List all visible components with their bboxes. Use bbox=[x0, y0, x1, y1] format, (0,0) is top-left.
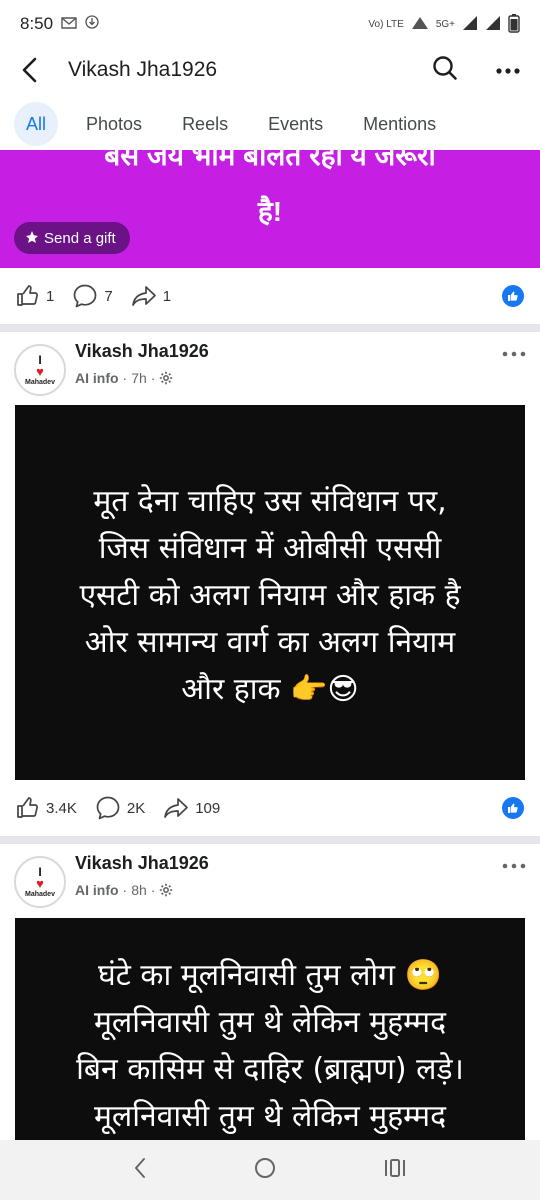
search-button[interactable] bbox=[432, 55, 458, 86]
post-text-line: और हाक 👉😎 bbox=[181, 672, 359, 707]
send-gift-label: Send a gift bbox=[44, 229, 116, 247]
meta-separator: · bbox=[122, 882, 128, 898]
post-text-line: घंटे का मूलनिवासी तुम लोग 🙄 bbox=[98, 958, 442, 993]
battery-icon bbox=[508, 13, 520, 36]
thumbs-up-icon bbox=[17, 797, 38, 818]
share-icon bbox=[131, 286, 156, 306]
post-time: 7h bbox=[131, 370, 147, 386]
thumbs-up-icon bbox=[17, 285, 38, 306]
post-options-button[interactable] bbox=[502, 856, 526, 874]
avatar[interactable]: I ♥ Mahadev bbox=[14, 856, 66, 908]
more-options-button[interactable] bbox=[496, 61, 520, 79]
status-time: 8:50 bbox=[20, 14, 54, 33]
feed-divider bbox=[0, 836, 540, 844]
nav-home-button[interactable] bbox=[253, 1156, 277, 1185]
post-text-image[interactable]: मूत देना चाहिए उस संविधान पर, जिस संविधा… bbox=[15, 405, 525, 780]
lte-label: Vo) LTE bbox=[368, 18, 404, 30]
share-button[interactable]: 1 bbox=[131, 284, 171, 308]
like-badge-icon bbox=[508, 291, 518, 301]
tab-photos[interactable]: Photos bbox=[74, 102, 154, 146]
nav-back-button[interactable] bbox=[133, 1157, 147, 1184]
comment-icon bbox=[73, 284, 97, 308]
text-post-banner[interactable]: बस जय भीम बोलते रहो ये जरूरी है! Send a … bbox=[0, 150, 540, 268]
filter-tabs: All Photos Reels Events Mentions bbox=[0, 98, 540, 150]
like-badge-icon bbox=[508, 803, 518, 813]
post-time: 8h bbox=[131, 882, 147, 898]
post-author-name[interactable]: Vikash Jha1926 bbox=[75, 341, 209, 362]
share-count: 1 bbox=[162, 287, 172, 305]
like-button[interactable]: 3.4K bbox=[16, 796, 77, 820]
avatar-text: Mahadev bbox=[25, 378, 55, 386]
signal-icon-2 bbox=[485, 15, 501, 34]
privacy-settings-icon bbox=[160, 371, 173, 385]
heart-icon: ♥ bbox=[36, 875, 44, 891]
share-button[interactable]: 109 bbox=[163, 796, 220, 820]
more-dots-icon bbox=[502, 863, 526, 869]
post-meta: AI info · 7h · bbox=[75, 370, 173, 386]
more-dots-icon bbox=[496, 68, 520, 74]
heart-icon: ♥ bbox=[36, 363, 44, 379]
privacy-settings-icon bbox=[160, 883, 173, 897]
nav-back-icon bbox=[135, 1157, 145, 1178]
page-title: Vikash Jha1926 bbox=[68, 58, 218, 81]
post-header: I ♥ Mahadev Vikash Jha1926 AI info · 7h … bbox=[0, 340, 540, 410]
meta-separator: · bbox=[150, 370, 156, 386]
post-options-button[interactable] bbox=[502, 344, 526, 362]
avatar[interactable]: I ♥ Mahadev bbox=[14, 344, 66, 396]
post-text-line: जिस संविधान में ओबीसी एससी bbox=[98, 531, 442, 566]
data-saver-icon bbox=[411, 16, 429, 33]
feed-divider bbox=[0, 324, 540, 332]
comment-button[interactable]: 7 bbox=[72, 283, 113, 309]
tab-mentions[interactable]: Mentions bbox=[351, 102, 448, 146]
signal-icon bbox=[462, 15, 478, 34]
post-meta: AI info · 8h · bbox=[75, 882, 173, 898]
meta-separator: · bbox=[150, 882, 156, 898]
share-count: 109 bbox=[195, 799, 221, 817]
post-actions-bar: 1 7 1 bbox=[0, 268, 540, 324]
more-dots-icon bbox=[502, 351, 526, 357]
ai-info-link[interactable]: AI info bbox=[75, 882, 119, 898]
banner-text-line-1: बस जय भीम बोलते रहो ये जरूरी bbox=[104, 150, 436, 171]
ai-info-link[interactable]: AI info bbox=[75, 370, 119, 386]
like-count: 3.4K bbox=[46, 799, 77, 817]
nav-home-icon bbox=[255, 1157, 275, 1178]
comment-count: 7 bbox=[104, 287, 113, 305]
post-text-line: बिन कासिम से दाहिर (ब्राह्मण) लड़े। bbox=[76, 1052, 464, 1087]
post-text-line: एसटी को अलग नियाम और हाक है bbox=[79, 578, 461, 613]
tab-events[interactable]: Events bbox=[256, 102, 335, 146]
system-navigation-bar bbox=[0, 1140, 540, 1200]
comment-button[interactable]: 2K bbox=[95, 795, 145, 821]
post-header: I ♥ Mahadev Vikash Jha1926 AI info · 8h … bbox=[0, 852, 540, 922]
meta-separator: · bbox=[122, 370, 128, 386]
post-text-line: मूत देना चाहिए उस संविधान पर, bbox=[93, 484, 447, 519]
like-reaction-badge bbox=[502, 797, 524, 819]
comment-icon bbox=[96, 796, 120, 820]
comment-count: 2K bbox=[126, 799, 146, 817]
profile-header: Vikash Jha1926 bbox=[0, 48, 540, 92]
gift-icon bbox=[26, 231, 38, 243]
back-arrow-icon bbox=[22, 57, 37, 83]
share-icon bbox=[164, 798, 189, 818]
post-author-name[interactable]: Vikash Jha1926 bbox=[75, 853, 209, 874]
post-text-line: ओर सामान्य वार्ग का अलग नियाम bbox=[84, 625, 456, 660]
status-bar: 8:50 Vo) LTE 5G+ bbox=[0, 0, 540, 48]
nav-recents-button[interactable] bbox=[383, 1157, 407, 1184]
like-reaction-badge bbox=[502, 285, 524, 307]
tab-all[interactable]: All bbox=[14, 102, 59, 146]
network-label: 5G+ bbox=[435, 18, 455, 30]
search-icon bbox=[433, 55, 457, 80]
like-count: 1 bbox=[46, 287, 55, 305]
gmail-icon bbox=[61, 14, 77, 34]
back-button[interactable] bbox=[16, 56, 44, 84]
post-actions-bar: 3.4K 2K 109 bbox=[0, 780, 540, 836]
like-button[interactable]: 1 bbox=[16, 284, 54, 308]
download-status-icon bbox=[85, 14, 99, 34]
avatar-text: Mahadev bbox=[25, 890, 55, 898]
tab-reels[interactable]: Reels bbox=[170, 102, 240, 146]
post-text-image[interactable]: घंटे का मूलनिवासी तुम लोग 🙄 मूलनिवासी तु… bbox=[15, 918, 525, 1140]
post-text-line: मूलनिवासी तुम थे लेकिन मुहम्मद bbox=[93, 1005, 447, 1040]
nav-recents-icon bbox=[385, 1158, 405, 1177]
post-text-line: मूलनिवासी तुम थे लेकिन मुहम्मद bbox=[93, 1099, 447, 1134]
send-gift-button[interactable]: Send a gift bbox=[14, 222, 130, 254]
